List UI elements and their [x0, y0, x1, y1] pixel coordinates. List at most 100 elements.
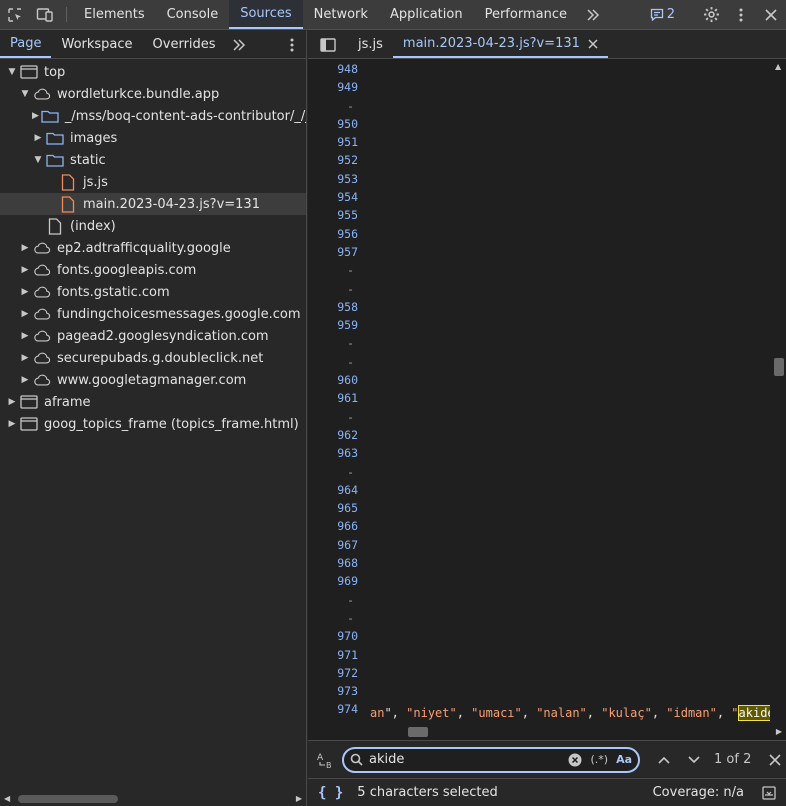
expanded-arrow-icon[interactable]: ▼	[19, 89, 31, 99]
editor-horizontal-scrollbar[interactable]: ▶	[308, 725, 786, 739]
tab-sources[interactable]: Sources	[229, 0, 303, 29]
tree-item[interactable]: ▶ _/mss/boq-content-ads-contributor/_/js/	[0, 105, 306, 127]
tree-item[interactable]: ▼ top	[0, 61, 306, 83]
line-number[interactable]: 968	[308, 554, 370, 572]
tab-console[interactable]: Console	[156, 0, 230, 29]
tree-item[interactable]: ▶ images	[0, 127, 306, 149]
line-number[interactable]: 956	[308, 225, 370, 243]
line-number[interactable]: 961	[308, 389, 370, 407]
toggle-navigator-icon[interactable]	[308, 31, 348, 58]
tree-item[interactable]: js.js	[0, 171, 306, 193]
collapsed-arrow-icon[interactable]: ▶	[19, 265, 31, 275]
collapsed-arrow-icon[interactable]: ▶	[32, 133, 44, 143]
search-input[interactable]	[369, 752, 569, 767]
line-number[interactable]: 958	[308, 298, 370, 316]
line-number[interactable]: -	[308, 408, 370, 426]
line-number[interactable]: 970	[308, 627, 370, 645]
expanded-arrow-icon[interactable]: ▼	[6, 67, 18, 77]
line-number[interactable]: 964	[308, 481, 370, 499]
scrollbar-thumb[interactable]	[408, 727, 428, 737]
tree-item[interactable]: ▶ fonts.googleapis.com	[0, 259, 306, 281]
tree-item[interactable]: ▼ static	[0, 149, 306, 171]
line-number[interactable]: 962	[308, 426, 370, 444]
line-number[interactable]: -	[308, 334, 370, 352]
toggle-drawer-icon[interactable]	[762, 785, 776, 800]
collapsed-arrow-icon[interactable]: ▶	[6, 397, 18, 407]
line-number[interactable]: 952	[308, 151, 370, 169]
code-line-974[interactable]: an", "niyet", "umacı", "nalan", "kulaç",…	[370, 704, 770, 722]
tree-item[interactable]: main.2023-04-23.js?v=131	[0, 193, 306, 215]
line-number[interactable]: 955	[308, 206, 370, 224]
line-number[interactable]: -	[308, 353, 370, 371]
replace-toggle-icon[interactable]: AB	[316, 751, 336, 772]
line-number[interactable]: 965	[308, 499, 370, 517]
editor-tab-js[interactable]: js.js	[348, 31, 393, 58]
match-case-toggle[interactable]: Aa	[616, 753, 632, 766]
line-number[interactable]: 971	[308, 646, 370, 664]
tree-item[interactable]: ▶ securepubads.g.doubleclick.net	[0, 347, 306, 369]
collapsed-arrow-icon[interactable]: ▶	[6, 419, 18, 429]
tree-item[interactable]: ▶ fonts.gstatic.com	[0, 281, 306, 303]
collapsed-arrow-icon[interactable]: ▶	[19, 375, 31, 385]
expanded-arrow-icon[interactable]: ▼	[32, 155, 44, 165]
navigator-tab-page[interactable]: Page	[0, 31, 52, 58]
line-number[interactable]: 974	[308, 700, 370, 718]
navigator-horizontal-scrollbar[interactable]: ◀ ▶	[0, 791, 306, 806]
line-number[interactable]: 950	[308, 115, 370, 133]
editor-vertical-scrollbar[interactable]: ▲	[772, 60, 786, 728]
line-number[interactable]: 973	[308, 682, 370, 700]
tree-item[interactable]: ▶ goog_topics_frame (topics_frame.html)	[0, 413, 306, 435]
tab-elements[interactable]: Elements	[73, 0, 156, 29]
tree-item[interactable]: (index)	[0, 215, 306, 237]
line-number[interactable]: 960	[308, 371, 370, 389]
line-number[interactable]: -	[308, 591, 370, 609]
collapsed-arrow-icon[interactable]: ▶	[19, 309, 31, 319]
tab-network[interactable]: Network	[303, 0, 379, 29]
line-number[interactable]: 969	[308, 572, 370, 590]
line-number[interactable]: 966	[308, 517, 370, 535]
close-tab-icon[interactable]	[588, 38, 598, 49]
line-number[interactable]: 949	[308, 78, 370, 96]
editor-tab-main[interactable]: main.2023-04-23.js?v=131	[392, 31, 608, 58]
scrollbar-thumb[interactable]	[18, 795, 118, 803]
navigator-tab-overrides[interactable]: Overrides	[143, 31, 226, 58]
scrollbar-thumb[interactable]	[774, 358, 784, 376]
collapsed-arrow-icon[interactable]: ▶	[19, 353, 31, 363]
collapsed-arrow-icon[interactable]: ▶	[19, 331, 31, 341]
line-number[interactable]: -	[308, 609, 370, 627]
line-number[interactable]: 948	[308, 60, 370, 78]
line-number[interactable]: 959	[308, 316, 370, 334]
close-search-icon[interactable]	[769, 753, 781, 766]
tab-application[interactable]: Application	[379, 0, 474, 29]
line-number[interactable]: 967	[308, 536, 370, 554]
tree-item[interactable]: ▶ pagead2.googlesyndication.com	[0, 325, 306, 347]
line-number[interactable]: -	[308, 261, 370, 279]
line-number[interactable]: -	[308, 97, 370, 115]
settings-gear-icon[interactable]	[696, 0, 726, 30]
navigator-tab-workspace[interactable]: Workspace	[51, 31, 142, 58]
tree-item[interactable]: ▼ wordleturkce.bundle.app	[0, 83, 306, 105]
more-tabs-icon[interactable]	[578, 0, 608, 29]
next-match-icon[interactable]	[688, 755, 700, 764]
line-number[interactable]: 957	[308, 243, 370, 261]
line-number[interactable]: -	[308, 463, 370, 481]
close-devtools-icon[interactable]	[756, 0, 786, 30]
device-toolbar-icon[interactable]	[30, 0, 60, 30]
collapsed-arrow-icon[interactable]: ▶	[19, 243, 31, 253]
line-number[interactable]: 953	[308, 170, 370, 188]
previous-match-icon[interactable]	[658, 756, 670, 764]
collapsed-arrow-icon[interactable]: ▶	[32, 111, 39, 121]
tab-performance[interactable]: Performance	[474, 0, 578, 29]
line-number[interactable]: 951	[308, 133, 370, 151]
kebab-menu-icon[interactable]	[726, 0, 756, 30]
more-navigator-tabs-icon[interactable]	[226, 31, 252, 58]
tree-item[interactable]: ▶ www.googletagmanager.com	[0, 369, 306, 391]
clear-search-icon[interactable]	[568, 753, 582, 767]
search-field[interactable]: (.*) Aa	[342, 746, 640, 773]
line-number[interactable]: 963	[308, 444, 370, 462]
line-number[interactable]: -	[308, 280, 370, 298]
issues-counter[interactable]: 2	[642, 7, 683, 22]
collapsed-arrow-icon[interactable]: ▶	[19, 287, 31, 297]
navigator-menu-icon[interactable]	[278, 31, 306, 58]
line-number[interactable]: 954	[308, 188, 370, 206]
